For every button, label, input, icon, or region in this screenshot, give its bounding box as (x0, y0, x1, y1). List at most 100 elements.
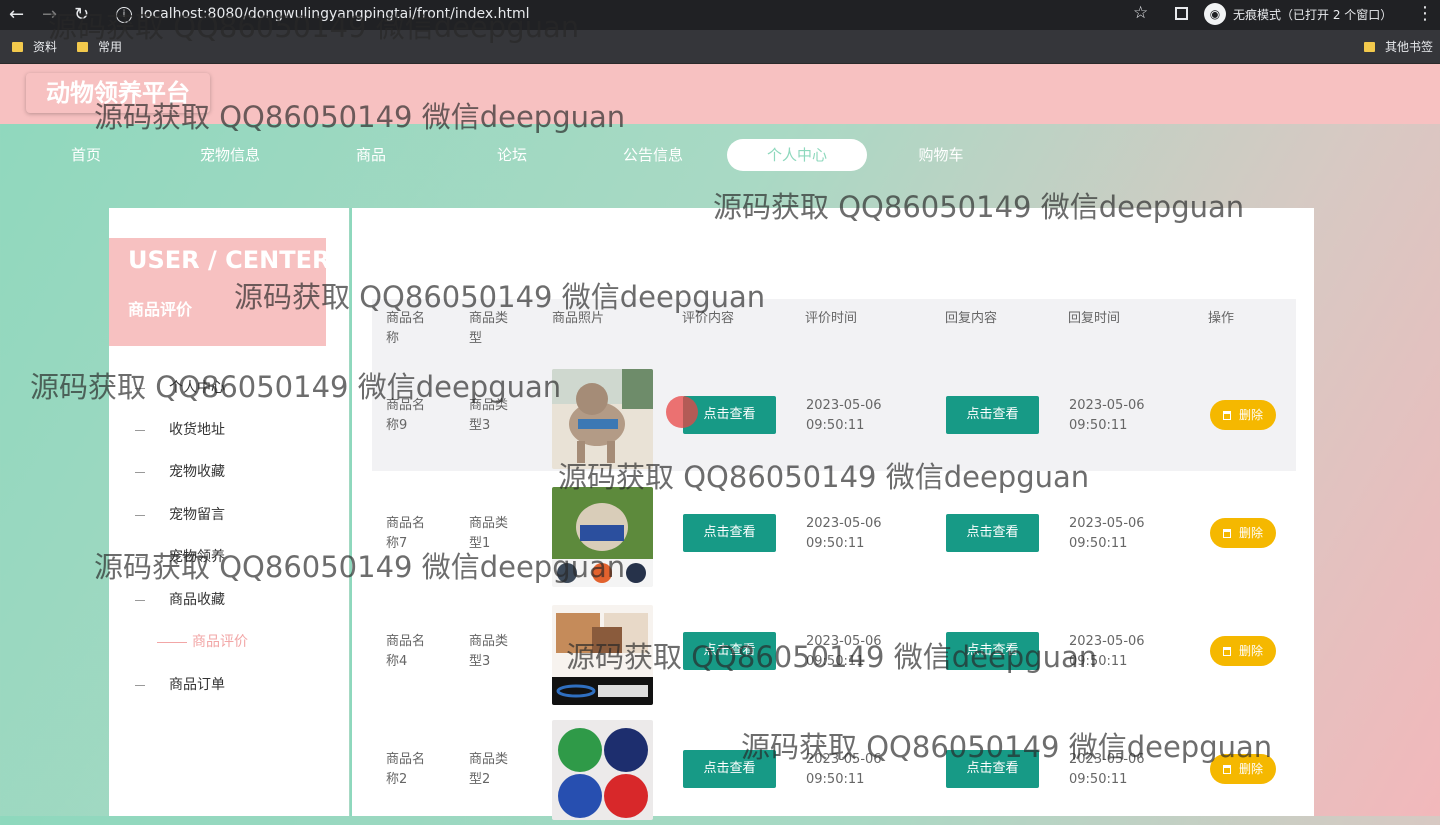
mouse-cursor-indicator (666, 396, 698, 428)
nav-pet-info[interactable]: 宠物信息 (160, 139, 300, 171)
table-row: 商品名称7 商品类型1 点击查看 2023-05-06 09:50:11 点击查… (372, 479, 1296, 589)
sidebar-item-address[interactable]: 收货地址 (135, 418, 335, 442)
reload-icon[interactable]: ↻ (74, 4, 89, 26)
header-action: 操作 (1208, 311, 1235, 326)
site-info-icon[interactable]: i (116, 7, 132, 23)
folder-icon (77, 42, 88, 52)
nav-goods[interactable]: 商品 (301, 139, 441, 171)
trash-icon (1222, 765, 1231, 774)
sidebar-item-goods-favorites[interactable]: 商品收藏 (135, 588, 335, 612)
goods-type: 商品类型1 (469, 516, 509, 551)
reply-time: 2023-05-06 09:50:11 (1069, 752, 1145, 787)
delete-button[interactable]: 删除 (1210, 518, 1276, 548)
bookmark-folder-ziliao[interactable]: 资料 (12, 38, 57, 55)
reply-time: 2023-05-06 09:50:11 (1069, 398, 1145, 433)
review-time: 2023-05-06 09:50:11 (806, 516, 882, 551)
sidebar-item-pet-favorites[interactable]: 宠物收藏 (135, 460, 335, 484)
goods-name: 商品名称7 (386, 516, 426, 551)
header-goods-name: 商品名称 (386, 311, 426, 346)
dash-icon (135, 387, 145, 389)
nav-notice[interactable]: 公告信息 (583, 139, 723, 171)
sidebar-item-goods-orders[interactable]: 商品订单 (135, 673, 335, 697)
table-row: 商品名称2 商品类型2 点击查看 2023-05-06 09:50:11 点击查… (372, 715, 1296, 825)
bookmark-folder-changyong[interactable]: 常用 (77, 38, 122, 55)
site-header (0, 64, 1440, 124)
goods-photo (552, 487, 653, 587)
review-time: 2023-05-06 09:50:11 (806, 398, 882, 433)
folder-icon (12, 42, 23, 52)
goods-photo (552, 369, 653, 469)
user-center-banner: USER / CENTER 商品评价 (109, 238, 330, 346)
dash-icon (135, 684, 145, 686)
reply-time: 2023-05-06 09:50:11 (1069, 516, 1145, 551)
sidebar-item-pet-adoption[interactable]: 宠物领养 (135, 545, 335, 569)
nav-home[interactable]: 首页 (16, 139, 156, 171)
view-reply-button[interactable]: 点击查看 (946, 632, 1039, 670)
header-goods-photo: 商品照片 (552, 311, 605, 326)
trash-icon (1222, 411, 1231, 420)
goods-type: 商品类型3 (469, 634, 509, 669)
dash-icon (157, 641, 187, 643)
table-header: 商品名称 商品类型 商品照片 评价内容 评价时间 回复内容 回复时间 操作 (372, 299, 1296, 361)
goods-name: 商品名称4 (386, 634, 426, 669)
dash-icon (135, 556, 145, 558)
sidebar-item-user-center[interactable]: 个人中心 (135, 376, 335, 400)
bookmarks-bar (0, 30, 1440, 64)
goods-photo (552, 605, 653, 705)
incognito-indicator[interactable]: ◉ 无痕模式（已打开 2 个窗口） (1200, 2, 1400, 26)
goods-photo (552, 720, 653, 820)
incognito-label: 无痕模式（已打开 2 个窗口） (1233, 8, 1393, 22)
dash-icon (135, 514, 145, 516)
goods-name: 商品名称2 (386, 752, 426, 787)
review-time: 2023-05-06 09:50:11 (806, 634, 882, 669)
bookmark-star-icon[interactable]: ☆ (1133, 3, 1148, 23)
view-review-button[interactable]: 点击查看 (683, 514, 776, 552)
header-reply-time: 回复时间 (1068, 311, 1121, 326)
browser-menu-icon[interactable]: ⋮ (1416, 3, 1434, 24)
header-review-time: 评价时间 (805, 311, 858, 326)
incognito-icon: ◉ (1204, 3, 1226, 25)
reply-time: 2023-05-06 09:50:11 (1069, 634, 1145, 669)
sidebar-item-goods-reviews[interactable]: 商品评价 (157, 630, 357, 654)
header-goods-type: 商品类型 (469, 311, 509, 346)
view-reply-button[interactable]: 点击查看 (946, 750, 1039, 788)
delete-button[interactable]: 删除 (1210, 754, 1276, 784)
site-logo[interactable]: 动物领养平台 (26, 73, 210, 113)
address-bar[interactable]: i localhost:8080/dongwulingyangpingtai/f… (110, 3, 1160, 27)
nav-cart[interactable]: 购物车 (871, 139, 1011, 171)
header-reply-content: 回复内容 (945, 311, 998, 326)
review-time: 2023-05-06 09:50:11 (806, 752, 882, 787)
dash-icon (135, 429, 145, 431)
table-row: 商品名称9 商品类型3 点击查看 2023-05-06 09:50:11 点击查… (372, 361, 1296, 471)
user-center-title: USER / CENTER (128, 246, 331, 274)
header-review-content: 评价内容 (682, 311, 735, 326)
url-text: localhost:8080/dongwulingyangpingtai/fro… (140, 6, 530, 22)
trash-icon (1222, 647, 1231, 656)
back-arrow-icon[interactable]: ← (9, 4, 24, 26)
view-reply-button[interactable]: 点击查看 (946, 514, 1039, 552)
view-reply-button[interactable]: 点击查看 (946, 396, 1039, 434)
table-row: 商品名称4 商品类型3 点击查看 2023-05-06 09:50:11 点击查… (372, 597, 1296, 707)
nav-user-center[interactable]: 个人中心 (727, 139, 867, 171)
side-panel-icon[interactable] (1175, 7, 1188, 20)
goods-type: 商品类型2 (469, 752, 509, 787)
dash-icon (135, 599, 145, 601)
user-center-subtitle: 商品评价 (128, 300, 193, 319)
review-panel: 商品名称 商品类型 商品照片 评价内容 评价时间 回复内容 回复时间 操作 商品… (350, 208, 1314, 820)
nav-forum[interactable]: 论坛 (442, 139, 582, 171)
main-nav: 首页 宠物信息 商品 论坛 公告信息 个人中心 购物车 (0, 124, 1440, 186)
delete-button[interactable]: 删除 (1210, 636, 1276, 666)
view-review-button[interactable]: 点击查看 (683, 750, 776, 788)
forward-arrow-icon[interactable]: → (42, 4, 57, 26)
browser-toolbar: ← → ↻ i localhost:8080/dongwulingyangpin… (0, 0, 1440, 30)
goods-name: 商品名称9 (386, 398, 426, 433)
sidebar-item-pet-messages[interactable]: 宠物留言 (135, 503, 335, 527)
delete-button[interactable]: 删除 (1210, 400, 1276, 430)
folder-icon (1364, 42, 1375, 52)
user-sidebar: USER / CENTER 商品评价 个人中心 收货地址 宠物收藏 宠物留言 宠… (109, 208, 349, 816)
trash-icon (1222, 529, 1231, 538)
bookmark-folder-other[interactable]: 其他书签 (1364, 38, 1433, 55)
view-review-button[interactable]: 点击查看 (683, 632, 776, 670)
goods-type: 商品类型3 (469, 398, 509, 433)
dash-icon (135, 471, 145, 473)
